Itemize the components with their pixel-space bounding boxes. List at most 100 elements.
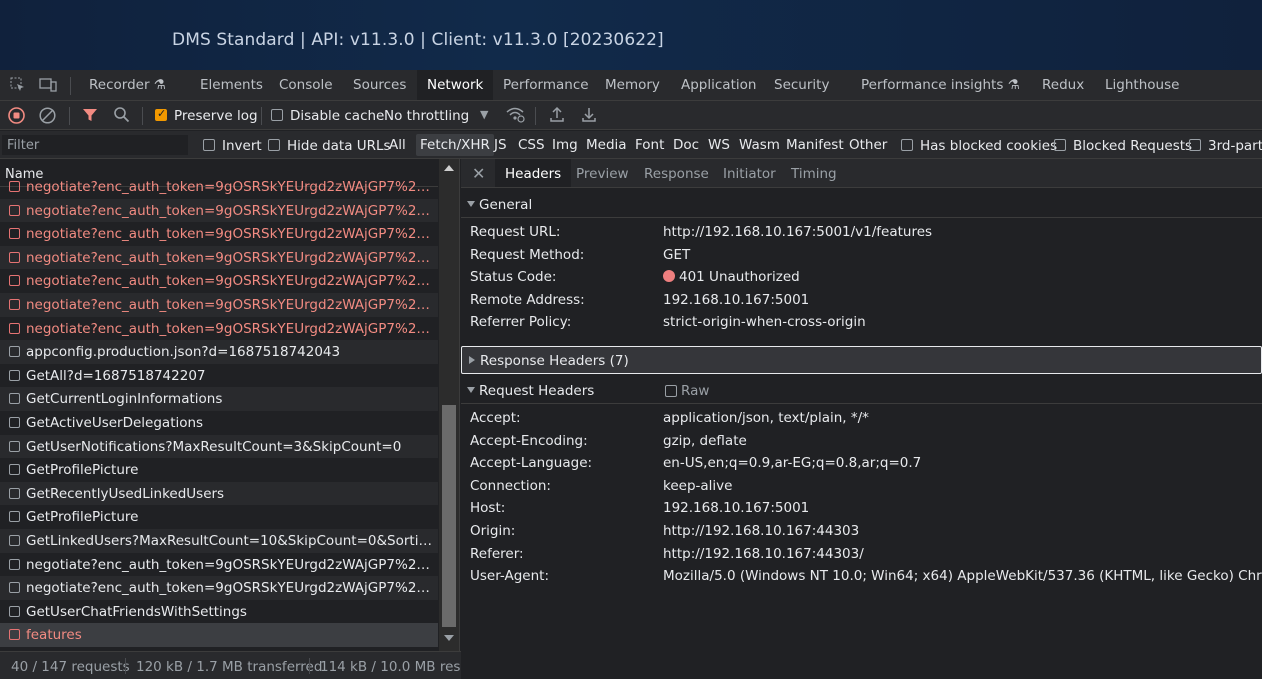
request-row[interactable]: GetUserNotifications?MaxResultCount=3&Sk… xyxy=(0,434,438,459)
request-row[interactable]: appconfig.production.json?d=168751874204… xyxy=(0,340,438,364)
request-name: negotiate?enc_auth_token=9gOSRSkYEUrgd2z… xyxy=(26,226,434,243)
clear-icon[interactable] xyxy=(39,107,56,128)
type-media[interactable]: Media xyxy=(586,134,627,156)
stop-recording-icon[interactable] xyxy=(8,107,25,128)
type-other[interactable]: Other xyxy=(849,134,887,156)
filter-icon[interactable] xyxy=(82,107,98,127)
request-row[interactable]: GetCurrentLoginInformations xyxy=(0,387,438,411)
invert-checkbox[interactable] xyxy=(203,139,215,151)
header-value: gzip, deflate xyxy=(663,432,747,449)
request-row[interactable]: GetProfilePicture xyxy=(0,458,438,482)
request-type-icon xyxy=(9,298,20,310)
request-row[interactable]: GetRecentlyUsedLinkedUsers xyxy=(0,481,438,506)
request-row[interactable]: negotiate?enc_auth_token=9gOSRSkYEUrgd2z… xyxy=(0,553,438,577)
header-name: Referer: xyxy=(470,545,524,562)
header-name: Connection: xyxy=(470,477,551,494)
list-scrollbar[interactable] xyxy=(439,159,459,651)
tab-initiator[interactable]: Initiator xyxy=(723,159,776,187)
header-name: Origin: xyxy=(470,523,516,539)
type-js[interactable]: JS xyxy=(494,134,507,156)
filter-input[interactable] xyxy=(2,135,188,155)
request-row[interactable]: GetProfilePicture xyxy=(0,505,438,529)
request-row[interactable]: negotiate?enc_auth_token=9gOSRSkYEUrgd2z… xyxy=(0,198,438,223)
request-row[interactable]: negotiate?enc_auth_token=9gOSRSkYEUrgd2z… xyxy=(0,317,438,341)
search-icon[interactable] xyxy=(113,106,130,127)
preserve-log-checkbox[interactable] xyxy=(155,107,167,121)
type-css[interactable]: CSS xyxy=(518,134,545,156)
type-ws[interactable]: WS xyxy=(708,134,730,156)
tab-timing[interactable]: Timing xyxy=(791,159,837,187)
tab-memory[interactable]: Memory xyxy=(605,70,660,100)
raw-checkbox[interactable] xyxy=(665,385,677,397)
request-row[interactable]: GetLinkedUsers?MaxResultCount=10&SkipCou… xyxy=(0,528,438,553)
tab-response[interactable]: Response xyxy=(644,159,709,187)
hide-data-urls-label: Hide data URLs xyxy=(287,138,391,154)
request-type-icon xyxy=(9,369,20,381)
header-name: Referrer Policy: xyxy=(470,314,572,331)
has-blocked-cookies-checkbox[interactable] xyxy=(901,139,913,151)
tab-application[interactable]: Application xyxy=(681,70,756,100)
header-value: http://192.168.10.167:44303/ xyxy=(663,545,864,562)
tab-security[interactable]: Security xyxy=(774,70,829,100)
scroll-down-icon[interactable] xyxy=(444,635,454,641)
request-row[interactable]: GetActiveUserDelegations xyxy=(0,411,438,435)
request-row[interactable]: negotiate?enc_auth_token=9gOSRSkYEUrgd2z… xyxy=(0,245,438,270)
type-doc[interactable]: Doc xyxy=(673,134,699,156)
header-row: Referer: http://192.168.10.167:44303/ xyxy=(461,543,1262,566)
blocked-requests-label: Blocked Requests xyxy=(1073,138,1193,154)
collapse-arrow-icon xyxy=(469,356,475,364)
type-all[interactable]: All xyxy=(389,134,406,156)
request-row[interactable]: negotiate?enc_auth_token=9gOSRSkYEUrgd2z… xyxy=(0,269,438,293)
flask-icon: ⚗ xyxy=(1007,77,1020,93)
tab-redux[interactable]: Redux xyxy=(1042,70,1084,100)
type-img[interactable]: Img xyxy=(552,134,578,156)
tab-lighthouse[interactable]: Lighthouse xyxy=(1105,70,1179,100)
request-headers-section-header[interactable]: Request Headers Raw xyxy=(461,377,1262,404)
tab-performance[interactable]: Performance xyxy=(503,70,589,100)
tab-performance-insights[interactable]: Performance insights ⚗ xyxy=(861,70,1020,100)
blocked-requests-checkbox[interactable] xyxy=(1054,139,1066,151)
export-har-icon[interactable] xyxy=(581,106,597,127)
network-conditions-icon[interactable] xyxy=(505,106,525,127)
request-row[interactable]: negotiate?enc_auth_token=9gOSRSkYEUrgd2z… xyxy=(0,292,438,317)
import-har-icon[interactable] xyxy=(549,106,565,127)
request-name: negotiate?enc_auth_token=9gOSRSkYEUrgd2z… xyxy=(26,202,434,219)
request-type-icon xyxy=(9,558,20,570)
device-toolbar-icon[interactable] xyxy=(39,77,57,97)
hide-data-urls-checkbox[interactable] xyxy=(268,139,280,151)
throttling-select[interactable]: No throttling xyxy=(384,108,469,124)
chevron-down-icon[interactable]: ▼ xyxy=(480,108,488,121)
tab-preview[interactable]: Preview xyxy=(576,159,629,187)
response-headers-section-header[interactable]: Response Headers (7) xyxy=(461,346,1262,374)
type-manifest[interactable]: Manifest xyxy=(786,134,844,156)
scroll-up-icon[interactable] xyxy=(444,165,454,171)
disable-cache-checkbox[interactable] xyxy=(271,109,283,121)
tab-network[interactable]: Network xyxy=(417,70,494,100)
request-row[interactable]: GetUserChatFriendsWithSettings xyxy=(0,600,438,624)
request-row[interactable]: negotiate?enc_auth_token=9gOSRSkYEUrgd2z… xyxy=(0,576,438,600)
type-fetch-xhr[interactable]: Fetch/XHR xyxy=(416,134,494,156)
request-name: GetUserNotifications?MaxResultCount=3&Sk… xyxy=(26,438,402,455)
request-name: GetUserChatFriendsWithSettings xyxy=(26,603,247,620)
request-type-icon xyxy=(9,275,20,287)
tab-elements[interactable]: Elements xyxy=(200,70,263,100)
tab-sources[interactable]: Sources xyxy=(353,70,406,100)
header-row: Accept-Language: en-US,en;q=0.9,ar-EG;q=0… xyxy=(461,452,1262,475)
third-party-checkbox[interactable] xyxy=(1189,139,1201,151)
inspect-element-icon[interactable] xyxy=(10,77,26,97)
request-row[interactable]: negotiate?enc_auth_token=9gOSRSkYEUrgd2z… xyxy=(0,222,438,246)
type-wasm[interactable]: Wasm xyxy=(739,134,780,156)
request-row[interactable]: GetAll?d=1687518742207 xyxy=(0,364,438,388)
scroll-thumb[interactable] xyxy=(442,405,456,627)
tab-console[interactable]: Console xyxy=(279,70,333,100)
type-font[interactable]: Font xyxy=(635,134,664,156)
tab-recorder[interactable]: Recorder ⚗ xyxy=(89,70,166,100)
request-name: negotiate?enc_auth_token=9gOSRSkYEUrgd2z… xyxy=(26,249,434,266)
header-value: 192.168.10.167:5001 xyxy=(663,291,810,308)
request-row[interactable]: negotiate?enc_auth_token=9gOSRSkYEUrgd2z… xyxy=(0,175,438,199)
request-row[interactable]: features xyxy=(0,623,438,647)
tab-headers[interactable]: Headers xyxy=(495,159,572,187)
general-section-header[interactable]: General xyxy=(461,191,1262,218)
request-name: negotiate?enc_auth_token=9gOSRSkYEUrgd2z… xyxy=(26,179,434,195)
close-icon[interactable]: ✕ xyxy=(472,164,485,183)
